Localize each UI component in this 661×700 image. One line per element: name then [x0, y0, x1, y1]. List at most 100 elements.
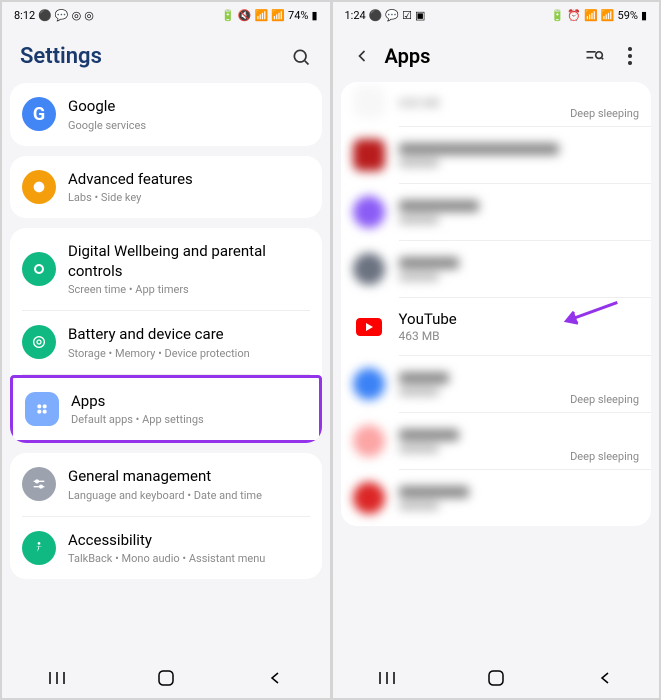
nav-home[interactable]: [141, 663, 191, 693]
battery-icon: ▮: [311, 9, 317, 22]
item-title: Accessibility: [68, 531, 310, 551]
search-button[interactable]: [290, 46, 312, 68]
settings-item-google[interactable]: G Google Google services: [10, 83, 322, 146]
wifi-icon: 📶: [255, 9, 269, 22]
app-name: [399, 143, 559, 155]
settings-item-battery[interactable]: Battery and device care Storage • Memory…: [10, 311, 322, 374]
app-name: [399, 372, 449, 384]
apps-list[interactable]: 608 MB Deep sleeping: [333, 82, 660, 658]
filter-search-button[interactable]: [583, 45, 605, 67]
nav-recents[interactable]: [362, 663, 412, 693]
app-name: [399, 486, 469, 498]
wellbeing-icon: [22, 252, 56, 286]
settings-item-wellbeing[interactable]: Digital Wellbeing and parental controls …: [10, 228, 322, 310]
nav-bar: [2, 658, 330, 698]
mute-icon: 🔇: [238, 9, 252, 22]
advanced-icon: [22, 170, 56, 204]
app-size: [399, 273, 439, 281]
item-title: Advanced features: [68, 170, 310, 190]
item-sub: Labs • Side key: [68, 191, 310, 204]
instagram-icon: ◎: [72, 9, 82, 22]
settings-list[interactable]: G Google Google services Advanced featur…: [2, 83, 330, 658]
app-row[interactable]: [341, 184, 652, 240]
nav-recents[interactable]: [32, 663, 82, 693]
status-time: 8:12: [14, 9, 35, 22]
item-sub: Screen time • App timers: [68, 283, 310, 296]
battery-care-icon: [22, 325, 56, 359]
app-status: Deep sleeping: [570, 393, 639, 406]
item-sub: TalkBack • Mono audio • Assistant menu: [68, 552, 310, 565]
chevron-left-icon: [352, 46, 372, 66]
app-status: Deep sleeping: [570, 450, 639, 463]
wifi-icon: 📶: [584, 9, 598, 22]
app-name: [399, 429, 459, 441]
circle-icon: ◎: [84, 9, 94, 22]
apps-icon: [25, 392, 59, 426]
app-icon: [353, 86, 385, 118]
check-icon: ☑: [402, 9, 412, 22]
app-size: [399, 445, 439, 453]
nav-back[interactable]: [250, 663, 300, 693]
item-title: Google: [68, 97, 310, 117]
apps-screen: 1:24 ⚫ 💬 ☑ ▣ 🔋 ⏰ 📶 📶 59% ▮ Apps: [331, 0, 661, 700]
signal-icon: 📶: [271, 9, 285, 22]
nav-bar: [333, 658, 660, 698]
settings-item-general[interactable]: General management Language and keyboard…: [10, 453, 322, 516]
app-size: 463 MB: [399, 329, 640, 343]
battery-percent: 59%: [618, 9, 638, 22]
item-sub: Google services: [68, 119, 310, 132]
app-row-youtube[interactable]: YouTube 463 MB: [341, 298, 652, 355]
alarm-icon: 🔋: [221, 9, 235, 22]
general-icon: [22, 467, 56, 501]
accessibility-icon: [22, 531, 56, 565]
item-title: Battery and device care: [68, 325, 310, 345]
youtube-icon: [353, 311, 385, 343]
apps-header: Apps: [333, 28, 660, 82]
app-name: [399, 200, 479, 212]
battery-icon: ▮: [641, 9, 647, 22]
status-bar: 1:24 ⚫ 💬 ☑ ▣ 🔋 ⏰ 📶 📶 59% ▮: [333, 2, 660, 28]
app-size: [399, 159, 439, 167]
settings-screen: 8:12 ⚫ 💬 ◎ ◎ 🔋 🔇 📶 📶 74% ▮ Settings G Go…: [0, 0, 331, 700]
settings-item-accessibility[interactable]: Accessibility TalkBack • Mono audio • As…: [10, 517, 322, 580]
app-row[interactable]: [341, 127, 652, 183]
settings-item-advanced[interactable]: Advanced features Labs • Side key: [10, 156, 322, 219]
more-button[interactable]: [619, 45, 641, 67]
app-row-partial[interactable]: 608 MB Deep sleeping: [341, 82, 652, 126]
signal-icon: 📶: [601, 9, 615, 22]
app-size: [399, 216, 439, 224]
settings-header: Settings: [2, 28, 330, 83]
more-vert-icon: [628, 47, 632, 65]
app-row[interactable]: Deep sleeping: [341, 356, 652, 412]
status-time: 1:24: [345, 9, 366, 22]
settings-item-apps[interactable]: Apps Default apps • App settings: [10, 375, 322, 444]
item-sub: Storage • Memory • Device protection: [68, 347, 310, 360]
nav-home[interactable]: [471, 663, 521, 693]
clock-icon: ⏰: [567, 9, 581, 22]
app-icon: [353, 139, 385, 171]
nav-back[interactable]: [580, 663, 630, 693]
app-row[interactable]: [341, 470, 652, 526]
app-icon: [353, 482, 385, 514]
app-icon: [353, 196, 385, 228]
app-row[interactable]: [341, 241, 652, 297]
status-bar: 8:12 ⚫ 💬 ◎ ◎ 🔋 🔇 📶 📶 74% ▮: [2, 2, 330, 28]
page-title: Settings: [20, 44, 102, 69]
search-icon: [291, 47, 311, 67]
app-icon: [353, 253, 385, 285]
app-icon: [353, 425, 385, 457]
whatsapp-icon: ⚫: [369, 9, 383, 22]
app-status: Deep sleeping: [570, 107, 639, 120]
back-button[interactable]: [351, 45, 373, 67]
app-size: [399, 388, 439, 396]
item-title: General management: [68, 467, 310, 487]
app-row[interactable]: Deep sleeping: [341, 413, 652, 469]
chat-icon: 💬: [385, 9, 399, 22]
google-icon: G: [22, 97, 56, 131]
item-title: Apps: [71, 392, 307, 412]
chat-icon: 💬: [55, 9, 69, 22]
filter-search-icon: [584, 47, 604, 65]
app-icon: [353, 368, 385, 400]
item-sub: Language and keyboard • Date and time: [68, 489, 310, 502]
battery-percent: 74%: [288, 9, 308, 22]
